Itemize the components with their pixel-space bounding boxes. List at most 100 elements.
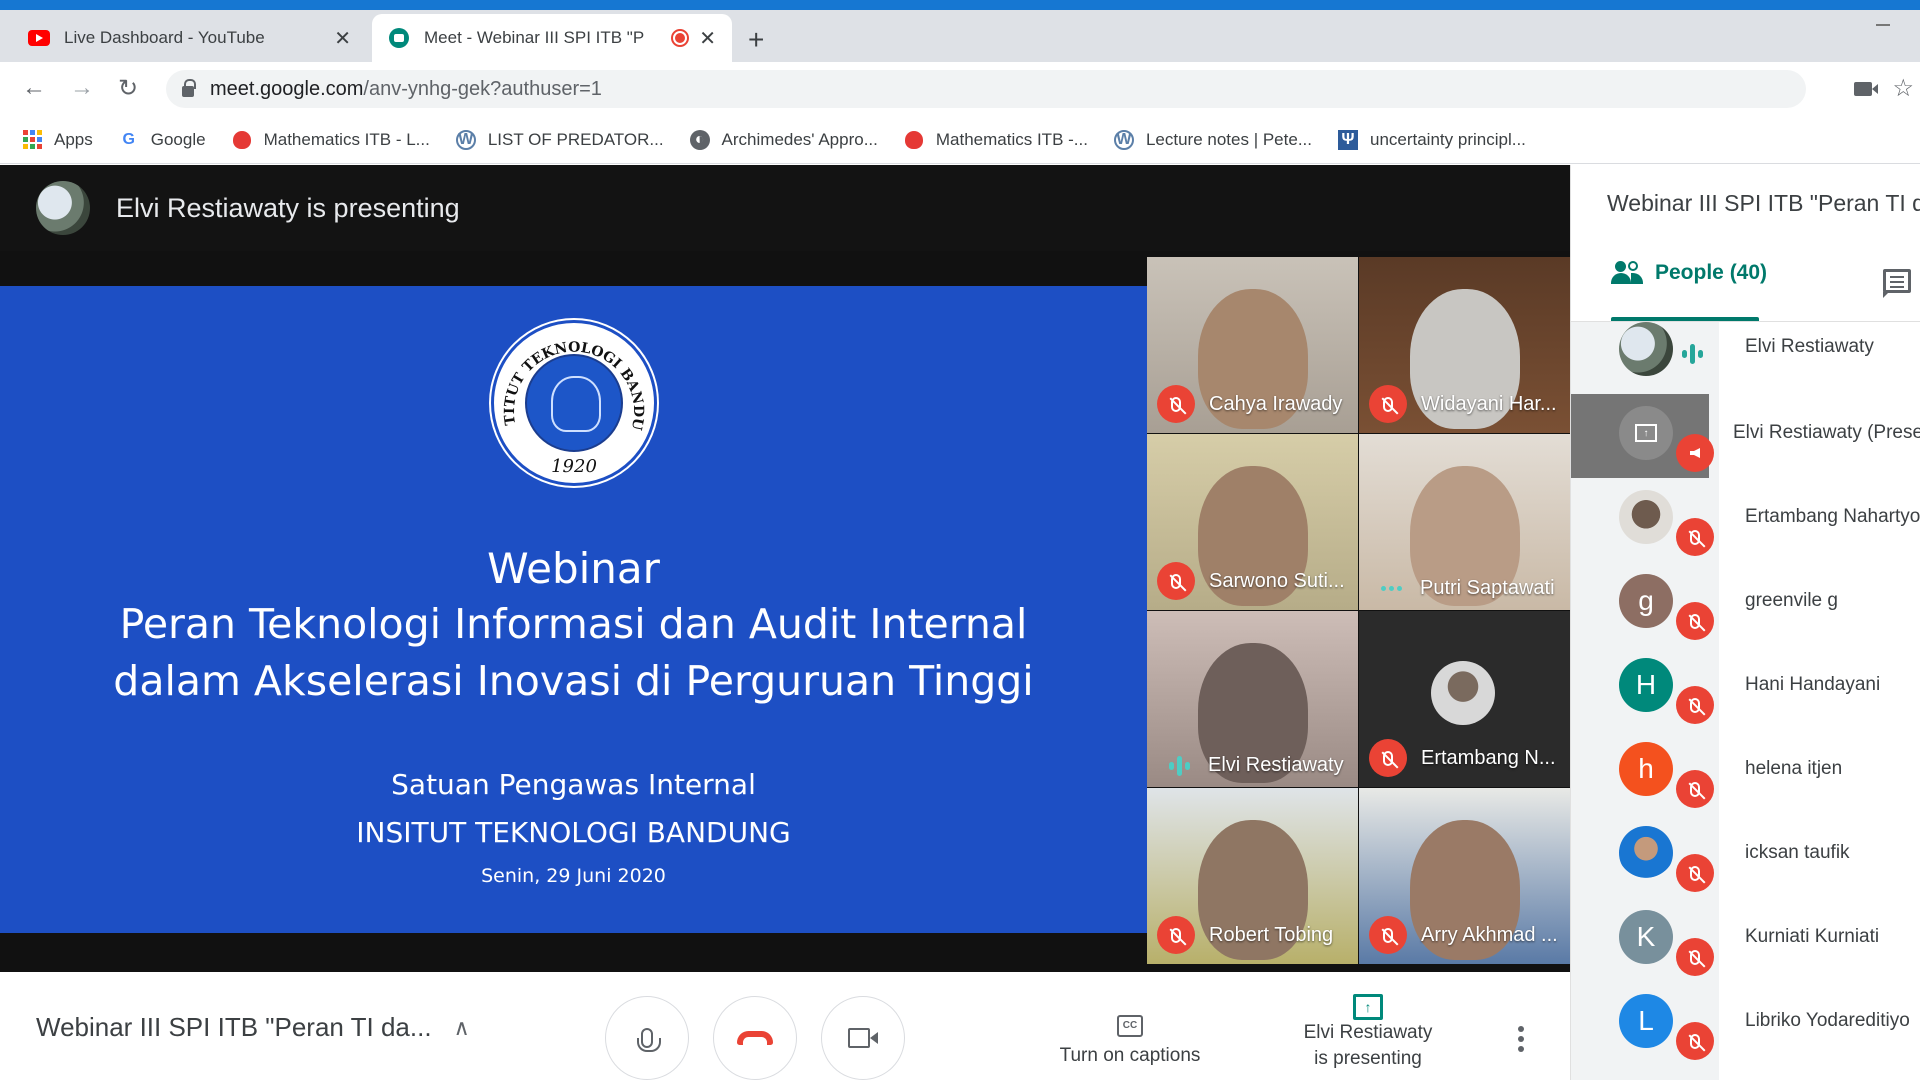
microphone-toggle-button[interactable] <box>605 996 689 1080</box>
window-top-strip <box>0 0 1920 10</box>
new-tab-button[interactable]: + <box>748 24 764 56</box>
recording-indicator-icon <box>671 29 690 47</box>
meeting-controls-bar: Webinar III SPI ITB "Peran TI da... ∧ CC… <box>0 972 1570 1080</box>
microphone-icon <box>637 1028 661 1052</box>
participant-list-item[interactable]: Ertambang Nahartyo <box>1571 478 1920 562</box>
minimize-window-button[interactable] <box>1876 24 1890 26</box>
mic-muted-icon <box>1157 385 1195 423</box>
presentation-avatar: ↑ <box>1619 406 1673 460</box>
itb-logo: INSTITUT TEKNOLOGI BANDUNG 1920 <box>491 320 657 486</box>
mic-muted-icon <box>1369 739 1407 777</box>
tab-people[interactable]: People (40) <box>1611 261 1767 285</box>
url-input[interactable]: meet.google.com/anv-ynhg-gek?authuser=1 <box>166 70 1806 108</box>
participant-tile[interactable]: Sarwono Suti... <box>1147 434 1358 610</box>
forward-arrow-icon[interactable]: → <box>70 74 94 102</box>
participant-avatar: H <box>1619 658 1673 712</box>
participant-tile[interactable]: Robert Tobing <box>1147 788 1358 964</box>
present-screen-icon: ↑ <box>1635 424 1657 442</box>
tile-nameplate: Ertambang N... <box>1369 739 1556 777</box>
participants-list[interactable]: Elvi Restiawaty ↑ Elvi Restiawaty (Prese… <box>1571 322 1920 1080</box>
bookmark-label: uncertainty principl... <box>1369 129 1526 149</box>
hang-up-icon <box>737 1031 773 1045</box>
bookmark-mathematics-itb-2[interactable]: Mathematics ITB -... <box>904 130 1088 150</box>
chevron-up-icon: ∧ <box>453 1014 470 1040</box>
close-tab-icon[interactable]: ✕ <box>699 26 716 51</box>
tab-title: Meet - Webinar III SPI ITB "P <box>424 28 645 47</box>
speaking-indicator-icon <box>1169 755 1190 776</box>
back-arrow-icon[interactable]: ← <box>22 74 46 102</box>
bookmark-mathematics-itb-1[interactable]: Mathematics ITB - L... <box>232 130 430 150</box>
presenter-avatar <box>36 181 90 235</box>
camera-toggle-button[interactable] <box>821 996 905 1080</box>
participant-list-item[interactable]: icksan taufik <box>1571 814 1920 898</box>
shared-presentation-slide: INSTITUT TEKNOLOGI BANDUNG 1920 Webinar … <box>0 286 1147 933</box>
bookmark-archimedes[interactable]: ◐ Archimedes' Appro... <box>689 129 878 150</box>
slide-date: Senin, 29 Juni 2020 <box>481 865 666 887</box>
globe-icon: ◐ <box>689 129 710 150</box>
participant-name: greenvile g <box>1745 590 1838 611</box>
bookmark-label: Lecture notes | Pete... <box>1145 129 1312 149</box>
speaking-indicator-icon <box>1676 336 1714 374</box>
people-side-panel: Webinar III SPI ITB "Peran TI da People … <box>1570 165 1920 1080</box>
participant-tile[interactable]: Putri Saptawati <box>1359 434 1570 610</box>
slide-organizer: Satuan Pengawas Internal <box>391 768 756 801</box>
bookmark-google[interactable]: G Google <box>119 130 206 150</box>
participant-list-item[interactable]: H Hani Handayani <box>1571 646 1920 730</box>
participant-avatar: L <box>1619 994 1673 1048</box>
participant-avatar <box>1619 490 1673 544</box>
youtube-icon <box>28 27 50 49</box>
participant-avatar <box>1619 826 1673 880</box>
presenting-status-button[interactable]: ↑ Elvi Restiawaty is presenting <box>1284 994 1452 1072</box>
mic-muted-icon <box>1157 916 1195 954</box>
slide-heading: Webinar <box>487 544 660 593</box>
presenting-banner-text: Elvi Restiawaty is presenting <box>116 192 460 223</box>
camera-in-use-icon[interactable] <box>1854 82 1878 96</box>
participant-name: Putri Saptawati <box>1420 577 1555 599</box>
close-tab-icon[interactable]: ✕ <box>334 26 351 51</box>
participant-tile[interactable]: Ertambang N... <box>1359 611 1570 787</box>
participant-list-item[interactable]: g greenvile g <box>1571 562 1920 646</box>
tab-meet-webinar[interactable]: Meet - Webinar III SPI ITB "P ✕ <box>372 14 732 62</box>
bookmark-star-icon[interactable]: ☆ <box>1892 74 1914 103</box>
tab-youtube-dashboard[interactable]: Live Dashboard - YouTube ✕ <box>12 14 367 62</box>
participant-list-item[interactable]: Elvi Restiawaty <box>1571 322 1920 394</box>
bookmark-uncertainty-principle[interactable]: Ψ uncertainty principl... <box>1337 129 1526 150</box>
participant-name: Ertambang N... <box>1421 746 1556 769</box>
mathematics-itb-icon <box>232 130 252 150</box>
tile-nameplate: Cahya Irawady <box>1157 385 1342 423</box>
more-options-icon[interactable] <box>1518 1026 1524 1052</box>
participant-name: Widayani Har... <box>1421 392 1557 415</box>
participant-avatar: K <box>1619 910 1673 964</box>
participant-list-item[interactable]: L Libriko Yodareditiyo <box>1571 982 1920 1066</box>
reload-icon[interactable]: ↻ <box>118 74 138 103</box>
tile-nameplate: Putri Saptawati <box>1369 577 1555 600</box>
video-camera-icon <box>848 1028 878 1048</box>
mic-muted-icon <box>1676 770 1714 808</box>
participant-tile[interactable]: Widayani Har... <box>1359 257 1570 433</box>
closed-captions-icon: CC <box>1117 1015 1143 1037</box>
participant-name: Sarwono Suti... <box>1209 569 1345 592</box>
participant-name: Robert Tobing <box>1209 923 1334 946</box>
participant-tile[interactable]: Cahya Irawady <box>1147 257 1358 433</box>
bookmark-list-of-predator[interactable]: W LIST OF PREDATOR... <box>455 129 664 150</box>
leave-call-button[interactable] <box>713 996 797 1080</box>
turn-on-captions-button[interactable]: CC Turn on captions <box>1052 1012 1208 1067</box>
bookmark-lecture-notes[interactable]: W Lecture notes | Pete... <box>1113 129 1312 150</box>
participant-tile[interactable]: Elvi Restiawaty <box>1147 611 1358 787</box>
meeting-details-toggle[interactable]: Webinar III SPI ITB "Peran TI da... ∧ <box>36 1012 470 1043</box>
participant-tile[interactable]: Arry Akhmad ... <box>1359 788 1570 964</box>
participant-list-item[interactable]: h helena itjen <box>1571 730 1920 814</box>
participant-name: Libriko Yodareditiyo <box>1745 1010 1910 1031</box>
participant-name: Ertambang Nahartyo <box>1745 506 1920 527</box>
participant-name: helena itjen <box>1745 758 1843 779</box>
participant-list-item[interactable]: K Kurniati Kurniati <box>1571 898 1920 982</box>
bookmark-apps[interactable]: Apps <box>22 130 93 150</box>
bookmark-label: Mathematics ITB - L... <box>263 129 430 149</box>
participant-name: Hani Handayani <box>1745 674 1881 695</box>
tab-chat-icon[interactable] <box>1883 269 1911 298</box>
slide-title-line-2: dalam Akselerasi Inovasi di Perguruan Ti… <box>113 657 1034 705</box>
participant-list-item[interactable]: ↑ Elvi Restiawaty (Prese <box>1571 394 1920 478</box>
participant-name: Elvi Restiawaty (Prese <box>1733 422 1920 443</box>
bookmarks-bar: Apps G Google Mathematics ITB - L... W L… <box>0 116 1920 164</box>
google-icon: G <box>122 130 135 148</box>
